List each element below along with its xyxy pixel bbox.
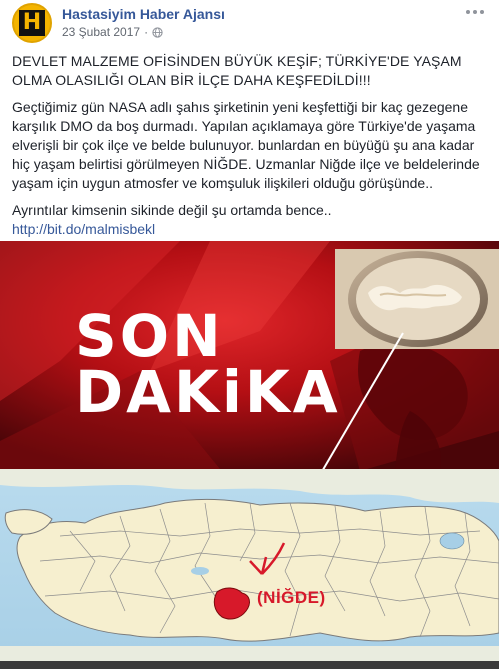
post-headline: DEVLET MALZEME OFİSİNDEN BÜYÜK KEŞİF; TÜ… <box>12 53 462 88</box>
post-body: Geçtiğimiz gün NASA adlı şahıs şirketini… <box>12 99 480 191</box>
avatar[interactable]: H <box>12 3 52 43</box>
page-name-link[interactable]: Hastasiyim Haber Ajansı <box>62 6 225 22</box>
headline-dakika: DAKiKA <box>75 358 341 426</box>
meta-separator: · <box>144 25 149 39</box>
globe-icon <box>152 26 163 38</box>
post-link[interactable]: http://bit.do/malmisbekl <box>12 221 155 237</box>
post-meta: 23 Şubat 2017 · <box>62 25 163 39</box>
post-text: DEVLET MALZEME OFİSİNDEN BÜYÜK KEŞİF; TÜ… <box>12 52 492 239</box>
post-date[interactable]: 23 Şubat 2017 <box>62 25 140 39</box>
more-options-icon[interactable] <box>463 5 487 19</box>
post-header: H Hastasiyim Haber Ajansı 23 Şubat 2017 … <box>12 3 487 43</box>
post-details: Ayrıntılar kimsenin sikinde değil şu ort… <box>12 202 332 218</box>
post-image[interactable]: SON DAKiKA (NİĞDE) <box>0 241 499 669</box>
headline-son: SON <box>75 302 224 370</box>
map-label-nigde: (NİĞDE) <box>257 588 326 607</box>
avatar-logo: H <box>19 10 45 36</box>
facebook-post: H Hastasiyim Haber Ajansı 23 Şubat 2017 … <box>0 0 499 669</box>
